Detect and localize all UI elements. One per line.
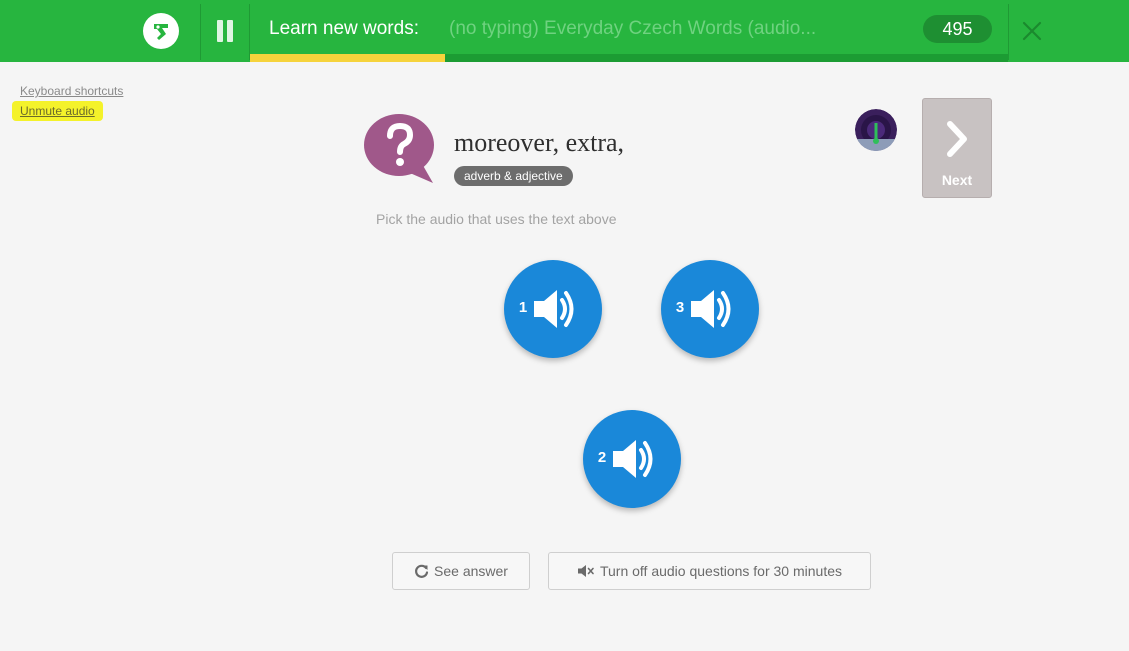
chevron-right-icon xyxy=(947,121,967,157)
see-answer-button[interactable]: See answer xyxy=(392,552,530,590)
score-badge: 495 xyxy=(923,15,992,43)
progress-bar-fill xyxy=(250,54,445,62)
part-of-speech-badge: adverb & adjective xyxy=(454,166,573,186)
audio-choice-3[interactable]: 3 xyxy=(661,260,759,358)
speaker-icon xyxy=(534,290,574,328)
next-button-label: Next xyxy=(941,172,973,188)
unmute-audio-link[interactable]: Unmute audio xyxy=(12,101,103,121)
logo-cell[interactable] xyxy=(122,0,200,62)
next-button[interactable]: Next xyxy=(922,98,992,198)
close-icon xyxy=(1022,21,1042,41)
choice-number: 2 xyxy=(597,449,607,466)
turn-off-audio-label: Turn off audio questions for 30 minutes xyxy=(599,563,843,579)
keyboard-shortcuts-link[interactable]: Keyboard shortcuts xyxy=(20,84,123,98)
session-label: Learn new words: xyxy=(269,18,419,39)
session-title-area: Learn new words: (no typing) Everyday Cz… xyxy=(250,0,1008,62)
choice-number: 1 xyxy=(518,299,528,316)
top-bar: Learn new words: (no typing) Everyday Cz… xyxy=(0,0,1129,62)
speaker-icon xyxy=(613,440,653,478)
pause-button[interactable] xyxy=(201,0,249,62)
question-bubble-icon xyxy=(363,112,435,184)
course-name: (no typing) Everyday Czech Words (audio.… xyxy=(449,18,817,39)
prompt-text: moreover, extra, xyxy=(454,128,625,157)
progress-bar xyxy=(250,54,1008,62)
refresh-icon xyxy=(414,564,429,579)
speaker-icon xyxy=(691,290,731,328)
avatar[interactable] xyxy=(855,109,897,151)
close-button[interactable] xyxy=(1009,0,1055,62)
audio-choice-1[interactable]: 1 xyxy=(504,260,602,358)
choice-number: 3 xyxy=(675,299,685,316)
audio-choice-2[interactable]: 2 xyxy=(583,410,681,508)
mute-icon xyxy=(577,564,595,578)
instruction-text: Pick the audio that uses the text above xyxy=(376,211,617,227)
pause-icon xyxy=(215,20,235,42)
memrise-logo-icon xyxy=(143,13,179,49)
see-answer-label: See answer xyxy=(434,563,508,579)
turn-off-audio-button[interactable]: Turn off audio questions for 30 minutes xyxy=(548,552,871,590)
